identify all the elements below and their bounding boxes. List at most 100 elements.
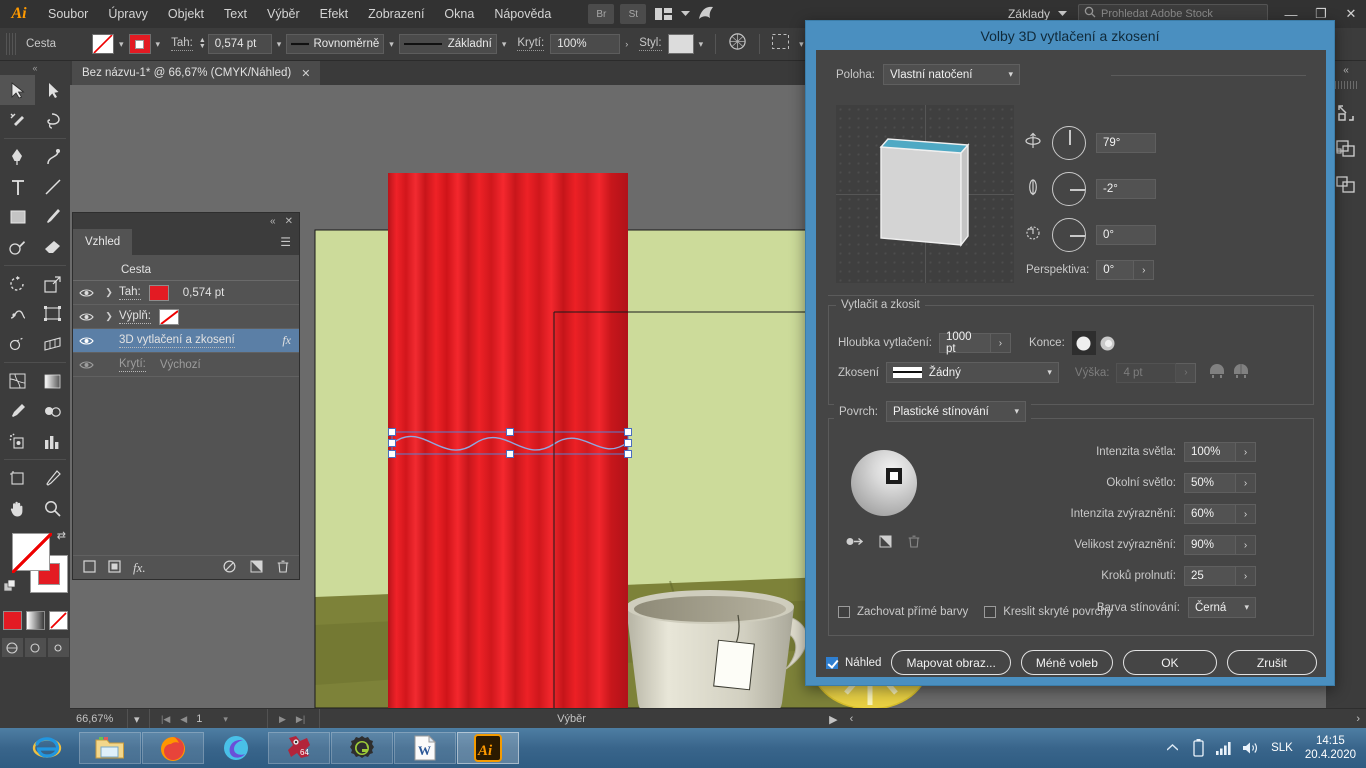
- taskbar-clock[interactable]: 14:15 20.4.2020: [1301, 734, 1366, 762]
- preview-checkbox[interactable]: Náhled: [826, 657, 881, 669]
- brush-definition-chevron-down-icon[interactable]: ▾: [497, 39, 512, 50]
- keyboard-language[interactable]: SLK: [1263, 742, 1301, 754]
- fill-swatch[interactable]: [92, 34, 114, 54]
- direct-selection-tool[interactable]: [35, 75, 70, 105]
- appearance-row-fill[interactable]: ❯ Výplň:: [73, 305, 299, 329]
- selection-tool[interactable]: [0, 75, 35, 105]
- position-preview-cube[interactable]: [836, 105, 1014, 283]
- mesh-tool[interactable]: [0, 366, 35, 396]
- perspective-field[interactable]: 0°: [1096, 260, 1134, 280]
- light-intensity-field[interactable]: 100%: [1184, 442, 1236, 462]
- full-screen-with-menu[interactable]: [25, 638, 46, 657]
- tools-panel-grip[interactable]: «: [0, 61, 70, 75]
- toolbar-fill-swatch[interactable]: [12, 533, 50, 571]
- status-menu-icon[interactable]: ▶: [823, 709, 843, 730]
- add-new-effect-icon[interactable]: fx.: [133, 560, 146, 576]
- appearance-row-stroke[interactable]: ❯ Tah: 0,574 pt: [73, 281, 299, 305]
- tab-vzhled[interactable]: Vzhled: [73, 229, 132, 255]
- visibility-eye-icon[interactable]: [73, 360, 99, 370]
- extrude-depth-field[interactable]: 1000 pt: [939, 333, 991, 353]
- stroke-profile-chevron-down-icon[interactable]: ▾: [384, 39, 399, 50]
- cancel-button[interactable]: Zrušit: [1227, 650, 1317, 675]
- stroke-profile-select[interactable]: Rovnoměrně: [286, 34, 384, 54]
- artboard-chevron-down-icon[interactable]: ▾: [218, 714, 233, 725]
- ambient-light-field[interactable]: 50%: [1184, 473, 1236, 493]
- rectangle-tool[interactable]: [0, 202, 35, 232]
- eyedropper-tool[interactable]: [0, 396, 35, 426]
- zoom-chevron-down-icon[interactable]: ▾: [128, 709, 150, 730]
- taskbar-browser[interactable]: [205, 732, 267, 764]
- fill-chevron-down-icon[interactable]: ▾: [114, 39, 129, 50]
- bridge-button[interactable]: Br: [588, 4, 614, 24]
- line-segment-tool[interactable]: [35, 172, 70, 202]
- arrange-chevron-down-icon[interactable]: [677, 2, 693, 26]
- swap-fill-stroke-icon[interactable]: ⇄: [57, 529, 66, 542]
- cap-hollow-button[interactable]: [1096, 331, 1120, 355]
- menu-zobrazeni[interactable]: Zobrazení: [358, 0, 434, 28]
- rotate-z-dial[interactable]: [1052, 218, 1086, 252]
- zoom-tool[interactable]: [35, 493, 70, 523]
- clear-appearance-icon[interactable]: [223, 560, 236, 576]
- artboard-nav-forward[interactable]: ▶ ▶|: [268, 709, 320, 730]
- scale-tool[interactable]: [35, 269, 70, 299]
- cap-solid-button[interactable]: [1072, 331, 1096, 355]
- none-swatch[interactable]: [49, 611, 68, 630]
- fill-none-swatch[interactable]: [159, 309, 179, 325]
- bevel-select[interactable]: Žádný ▾: [886, 362, 1059, 383]
- appearance-row-3d-effect[interactable]: 3D vytlačení a zkosení fx: [73, 329, 299, 353]
- volume-icon[interactable]: [1237, 728, 1263, 768]
- menu-objekt[interactable]: Objekt: [158, 0, 214, 28]
- battery-icon[interactable]: [1185, 728, 1211, 768]
- eraser-tool[interactable]: [35, 232, 70, 262]
- network-icon[interactable]: [1211, 728, 1237, 768]
- document-tab-close-icon[interactable]: ✕: [301, 67, 310, 80]
- pen-tool[interactable]: [0, 142, 35, 172]
- graphic-style-swatch[interactable]: [668, 34, 694, 54]
- visibility-eye-icon[interactable]: [73, 336, 99, 346]
- full-screen-mode[interactable]: [48, 638, 69, 657]
- disclosure-triangle-icon[interactable]: ❯: [99, 311, 119, 322]
- duplicate-item-icon[interactable]: [250, 560, 263, 576]
- menu-efekt[interactable]: Efekt: [310, 0, 359, 28]
- width-tool[interactable]: [0, 299, 35, 329]
- gradient-tool[interactable]: [35, 366, 70, 396]
- shape-builder-tool[interactable]: [0, 329, 35, 359]
- brush-definition-select[interactable]: Základní: [399, 34, 497, 54]
- menu-upravy[interactable]: Úpravy: [98, 0, 158, 28]
- status-scroll-right-icon[interactable]: ›: [1350, 709, 1366, 730]
- stroke-chevron-down-icon[interactable]: ▾: [151, 39, 166, 50]
- taskbar-firefox[interactable]: [142, 732, 204, 764]
- shaper-tool[interactable]: [0, 232, 35, 262]
- stock-button[interactable]: St: [620, 4, 646, 24]
- ok-button[interactable]: OK: [1123, 650, 1217, 675]
- type-tool[interactable]: [0, 172, 35, 202]
- document-tab[interactable]: Bez názvu-1* @ 66,67% (CMYK/Náhled) ✕: [72, 61, 320, 85]
- draw-hidden-faces-checkbox[interactable]: Kreslit skryté povrchy: [984, 606, 1112, 618]
- arrange-documents-icon[interactable]: [649, 2, 677, 26]
- normal-screen-mode[interactable]: [2, 638, 23, 657]
- collapse-panel-icon[interactable]: «: [270, 216, 276, 227]
- highlight-size-field[interactable]: 90%: [1184, 535, 1236, 555]
- map-art-button[interactable]: Mapovat obraz...: [891, 650, 1010, 675]
- right-dock-grip[interactable]: [1335, 81, 1357, 89]
- taskbar-internet-explorer[interactable]: [16, 732, 78, 764]
- align-icon[interactable]: [767, 34, 794, 54]
- ambient-light-stepper-icon[interactable]: ›: [1236, 473, 1256, 493]
- opacity-field[interactable]: 100%: [550, 34, 620, 54]
- symbol-sprayer-tool[interactable]: [0, 426, 35, 456]
- slice-tool[interactable]: [35, 463, 70, 493]
- taskbar-word[interactable]: W: [394, 732, 456, 764]
- delete-item-icon[interactable]: [277, 560, 289, 576]
- artboard-nav[interactable]: |◀ ◀ 1 ▾: [150, 709, 268, 730]
- artboard-next-icon[interactable]: ▶: [274, 714, 291, 725]
- hand-tool[interactable]: [0, 493, 35, 523]
- graphic-style-chevron-down-icon[interactable]: ▾: [694, 39, 709, 50]
- blend-steps-field[interactable]: 25: [1184, 566, 1236, 586]
- perspective-grid-tool[interactable]: [35, 329, 70, 359]
- transparency-icon[interactable]: [723, 33, 752, 55]
- column-graph-tool[interactable]: [35, 426, 70, 456]
- menu-soubor[interactable]: Soubor: [38, 0, 98, 28]
- rotate-tool[interactable]: [0, 269, 35, 299]
- stroke-weight-value[interactable]: 0,574 pt: [183, 287, 225, 299]
- panel-menu-icon[interactable]: ☰: [280, 235, 291, 249]
